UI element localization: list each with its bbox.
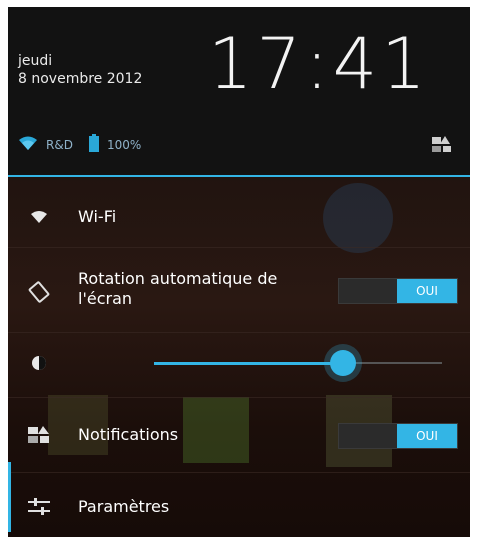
row-divider	[8, 247, 470, 248]
wifi-label: Wi-Fi	[78, 207, 117, 226]
notifications-row[interactable]: Notifications OUI	[8, 417, 470, 453]
date-label: 8 novembre 2012	[18, 71, 143, 87]
phone-screen: jeudi 8 novembre 2012 17:41 R&D 100% Wi-…	[8, 7, 470, 537]
brightness-slider-fill[interactable]	[154, 362, 342, 365]
notifications-toggle-on: OUI	[397, 424, 457, 448]
rotation-label-line1: Rotation automatique de	[78, 269, 278, 288]
brightness-slider-track[interactable]	[342, 362, 442, 364]
brightness-icon	[26, 350, 52, 376]
notifications-label: Notifications	[78, 425, 179, 444]
notifications-toggle[interactable]: OUI	[338, 423, 458, 449]
rotation-label-line2: l'écran	[78, 289, 133, 308]
edge-accent	[8, 462, 11, 532]
brightness-slider-thumb[interactable]	[330, 350, 356, 376]
clock: 17:41	[208, 23, 430, 105]
status-header: jeudi 8 novembre 2012 17:41 R&D 100%	[8, 7, 470, 175]
notifications-icon[interactable]	[432, 135, 452, 157]
settings-label: Paramètres	[78, 497, 170, 516]
settings-sliders-icon	[26, 494, 52, 520]
battery-level: 100%	[106, 138, 142, 152]
wifi-icon	[26, 204, 52, 230]
row-divider	[8, 397, 470, 398]
status-row: R&D 100%	[18, 134, 142, 156]
day-label: jeudi	[18, 53, 53, 69]
wifi-row[interactable]: Wi-Fi	[8, 197, 470, 237]
row-divider	[8, 332, 470, 333]
rotation-icon	[26, 279, 52, 305]
settings-row[interactable]: Paramètres	[8, 489, 470, 525]
rotation-toggle[interactable]: OUI	[338, 278, 458, 304]
network-name: R&D	[46, 138, 73, 152]
row-divider	[8, 472, 470, 473]
notifications-icon	[26, 422, 52, 448]
rotation-toggle-on: OUI	[397, 279, 457, 303]
auto-rotate-row[interactable]: Rotation automatique de l'écran OUI	[8, 267, 470, 317]
wifi-signal-icon	[18, 135, 38, 155]
battery-icon	[88, 134, 99, 156]
